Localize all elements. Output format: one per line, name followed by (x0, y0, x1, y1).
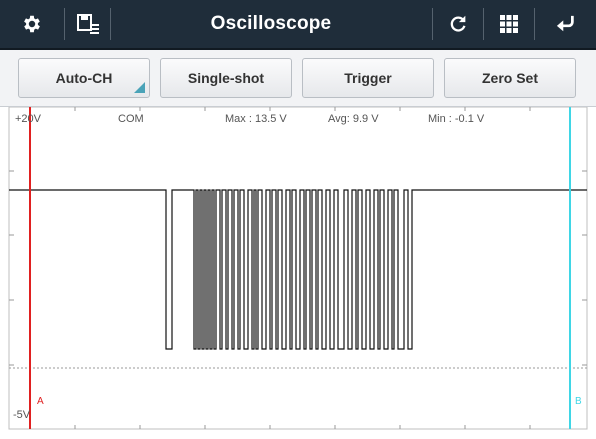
top-voltage-label: +20V (15, 113, 41, 125)
cursor-b-label: B (575, 396, 582, 407)
auto-ch-button[interactable]: Auto-CH (18, 58, 150, 98)
refresh-icon (450, 15, 466, 32)
auto-ch-label: Auto-CH (55, 70, 113, 86)
scope-display[interactable]: +20V COM Max : 13.5 V Avg: 9.9 V Min : -… (0, 107, 596, 439)
grid-icon (500, 15, 518, 33)
zero-set-label: Zero Set (481, 70, 538, 86)
com-label: COM (118, 113, 144, 125)
bottom-voltage-label: -5V (13, 409, 31, 421)
trigger-button[interactable]: Trigger (302, 58, 434, 98)
save-button[interactable] (65, 0, 110, 48)
back-button[interactable] (535, 0, 596, 48)
single-shot-label: Single-shot (187, 70, 265, 86)
cursor-a-label: A (37, 396, 44, 407)
settings-button[interactable] (0, 0, 64, 48)
trigger-label: Trigger (344, 70, 392, 86)
max-readout: Max : 13.5 V (225, 113, 287, 125)
save-list-icon (76, 14, 99, 34)
dropdown-corner-icon (134, 82, 145, 93)
page-title: Oscilloscope (210, 13, 332, 34)
gear-icon (24, 15, 40, 33)
min-readout: Min : -0.1 V (428, 113, 485, 125)
single-shot-button[interactable]: Single-shot (160, 58, 292, 98)
refresh-button[interactable] (433, 0, 483, 48)
toolbar: Auto-CH Single-shot Trigger Zero Set (0, 50, 596, 107)
app-window: Oscilloscope Auto-CH Single-shot Trigger… (0, 0, 596, 439)
avg-readout: Avg: 9.9 V (328, 113, 379, 125)
scope-canvas (8, 107, 588, 430)
grid-button[interactable] (484, 0, 534, 48)
zero-set-button[interactable]: Zero Set (444, 58, 576, 98)
back-icon (556, 15, 574, 32)
axis-ticks (9, 107, 587, 429)
signal-trace (9, 189, 587, 350)
scope-frame (8, 107, 588, 430)
title-bar: Oscilloscope (0, 0, 596, 50)
